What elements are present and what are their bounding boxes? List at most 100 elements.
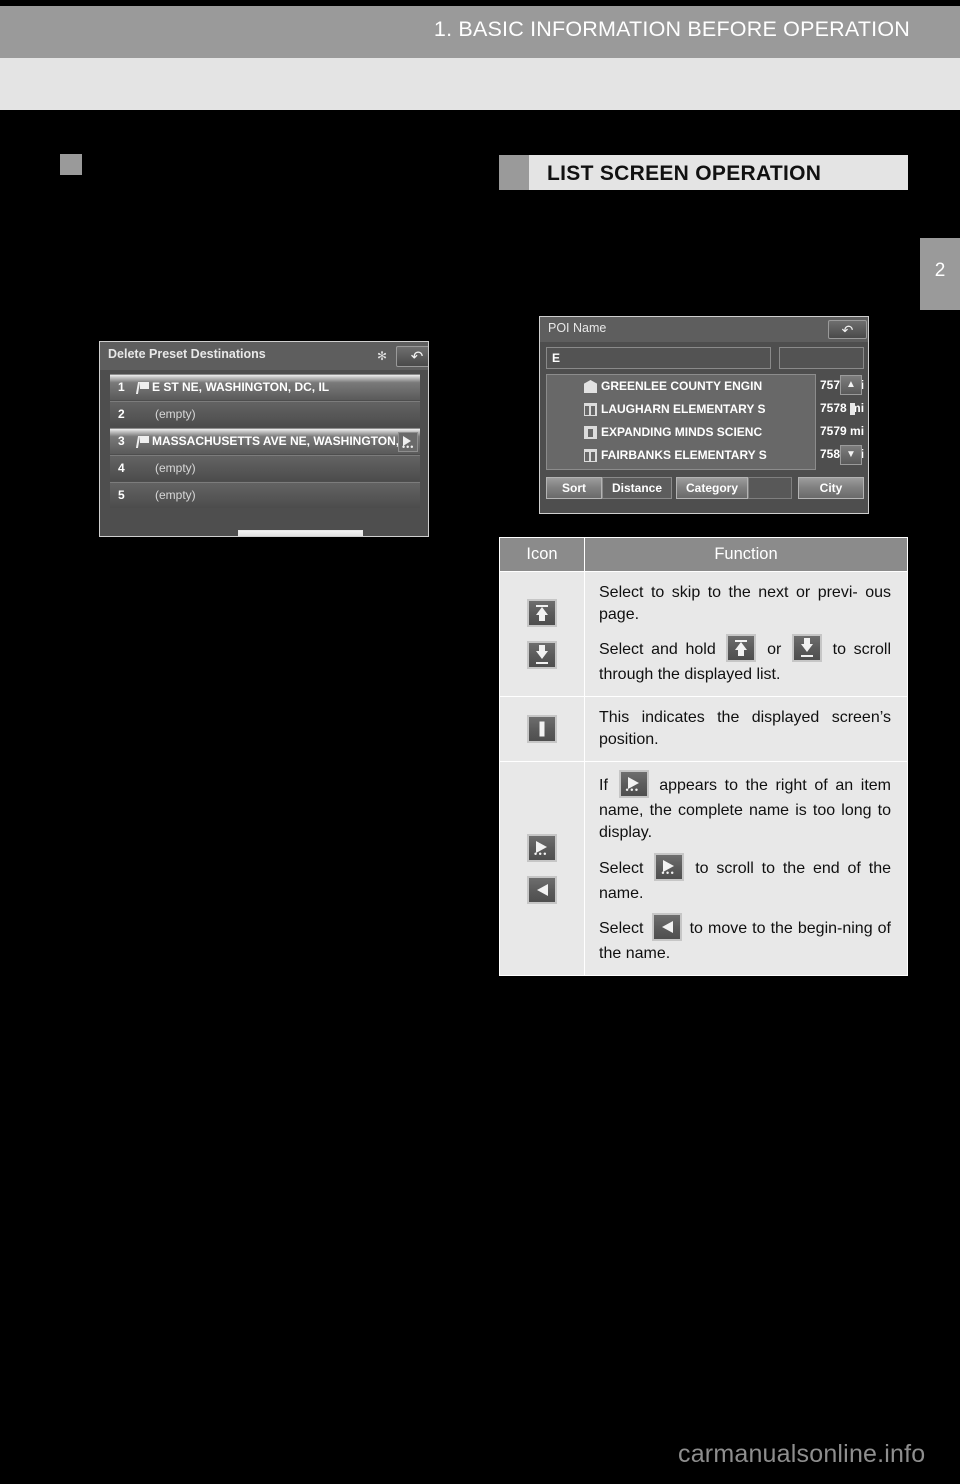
poi-name: LAUGHARN ELEMENTARY S [601,402,766,416]
row3-p3b: to move to the begin-ning of the name. [599,919,891,962]
poi-name: EXPANDING MINDS SCIENC [601,425,763,439]
screenshot-delete-preset-destinations: Delete Preset Destinations ✻ ↶ 1 E ST NE… [99,341,429,537]
back-button[interactable]: ↶ [396,346,428,367]
column-header-icon: Icon [499,537,585,572]
icon-cell [499,570,585,698]
preset-number: 4 [118,461,125,475]
preset-number: 1 [118,380,125,394]
function-cell: Select to skip to the next or previ- ous… [584,570,908,698]
function-cell: If ••• appears to the right of an item n… [584,761,908,976]
poi-name: GREENLEE COUNTY ENGIN [601,379,763,393]
device-b-white-strip [540,513,780,514]
poi-search-input[interactable]: E [546,347,771,369]
school-icon [584,403,597,416]
preset-number: 2 [118,407,125,421]
list-item[interactable]: EXPANDING MINDS SCIENC [547,421,815,444]
section-heading-square-icon [499,155,529,190]
preset-name: (empty) [155,407,196,421]
list-item[interactable]: 1 E ST NE, WASHINGTON, DC, IL [110,374,420,400]
position-indicator-icon [850,403,855,415]
row1-line3a: Select and hold [599,641,716,659]
sort-button[interactable]: Sort [546,477,602,499]
scroll-right-icon: ••• [618,770,649,799]
poi-input-row: E [546,347,864,369]
header-sub-band [0,58,960,110]
site-watermark: carmanualsonline.info [678,1440,926,1468]
device-a-white-strip [100,536,360,537]
row2-line1: This indicates the displayed [599,709,820,727]
building-icon [584,426,597,439]
list-item[interactable]: 4 (empty) [110,455,420,481]
distance-button[interactable]: Distance [602,477,672,499]
list-item[interactable]: FAIRBANKS ELEMENTARY S [547,444,815,467]
bank-icon [584,380,597,393]
preset-name: (empty) [155,461,196,475]
scroll-right-icon: ••• [527,833,557,862]
poi-name: FAIRBANKS ELEMENTARY S [601,448,767,462]
row3-p2b: to scroll to the end of the name. [599,859,891,902]
city-button[interactable]: City [798,477,864,499]
table-header-row: Icon Function [499,537,908,572]
page-up-icon [527,599,557,628]
scroll-right-icon: ••• [654,852,685,881]
scroll-up-icon[interactable]: ▲ [840,375,862,395]
poi-result-list: GREENLEE COUNTY ENGIN LAUGHARN ELEMENTAR… [546,374,816,470]
row3-p2a: Select [599,859,644,877]
icon-function-table: Icon Function Select to skip to the next… [499,537,908,976]
manual-page: 1. BASIC INFORMATION BEFORE OPERATION 2 … [0,0,960,1484]
flag-icon [137,382,150,394]
scroll-down-icon[interactable]: ▼ [840,445,862,465]
section-heading-text: LIST SCREEN OPERATION [547,162,822,185]
back-arrow-icon: ↶ [841,321,854,338]
blank-button[interactable] [748,477,792,499]
preset-name: (empty) [155,488,196,502]
row1-line3b: to [832,641,846,659]
page-down-icon [527,641,557,670]
poi-search-value: E [552,351,561,365]
poi-distance: 7578 mi [820,401,865,415]
page-down-icon [791,634,822,663]
row3-p1a: If [599,777,608,795]
preset-name: MASSACHUSETTS AVE NE, WASHINGTON, [152,434,400,448]
table-row: Select to skip to the next or previ- ous… [499,570,908,698]
row3-p3a: Select [599,919,644,937]
poi-button-row: Sort Distance Category City [546,477,864,499]
device-a-title: Delete Preset Destinations [108,347,266,361]
list-item[interactable]: 5 (empty) [110,482,420,508]
chapter-tab: 2 [920,238,960,310]
scroll-left-icon [527,875,557,904]
figure-caption: MEM014aCTUS [347,536,428,537]
preset-number: 3 [118,434,125,448]
chapter-number: 2 [934,260,946,281]
scroll-right-icon[interactable]: ••• [398,432,418,452]
category-button[interactable]: Category [676,477,748,499]
left-section-bullet [60,154,82,175]
screenshot-poi-name-list: POI Name ↶ E GREENLEE COUNTY ENGIN LAUGH… [539,316,869,514]
table-row: ••• If ••• appears to the right of an it… [499,761,908,976]
page-title: 1. BASIC INFORMATION BEFORE OPERATION [433,17,910,41]
back-button[interactable]: ↶ [828,320,867,339]
column-header-function: Function [584,537,908,572]
preset-destination-list: 1 E ST NE, WASHINGTON, DC, IL 2 (empty) … [110,374,420,509]
list-item[interactable]: 2 (empty) [110,401,420,427]
row1-line1: Select to skip to the next or previ- [599,584,858,601]
bluetooth-icon: ✻ [377,349,388,363]
preset-number: 5 [118,488,125,502]
list-item[interactable]: 3 MASSACHUSETTS AVE NE, WASHINGTON, ••• [110,428,420,454]
icon-cell: ••• [499,761,585,976]
table-row: This indicates the displayed screen’s po… [499,696,908,763]
back-arrow-icon: ↶ [410,348,424,365]
icon-cell [499,696,585,763]
device-b-title: POI Name [548,321,607,335]
figure-caption: IRR023aCTUS [793,513,868,514]
list-item[interactable]: LAUGHARN ELEMENTARY S [547,398,815,421]
function-cell: This indicates the displayed screen’s po… [584,696,908,763]
poi-distance: 7579 mi [820,424,865,438]
position-indicator-icon [527,715,557,744]
preset-name: E ST NE, WASHINGTON, DC, IL [152,380,330,394]
scroll-left-icon [651,912,682,941]
page-header-bar: 1. BASIC INFORMATION BEFORE OPERATION [0,6,960,58]
poi-secondary-field[interactable] [779,347,864,369]
section-heading: LIST SCREEN OPERATION [499,155,908,190]
list-item[interactable]: GREENLEE COUNTY ENGIN [547,375,815,398]
